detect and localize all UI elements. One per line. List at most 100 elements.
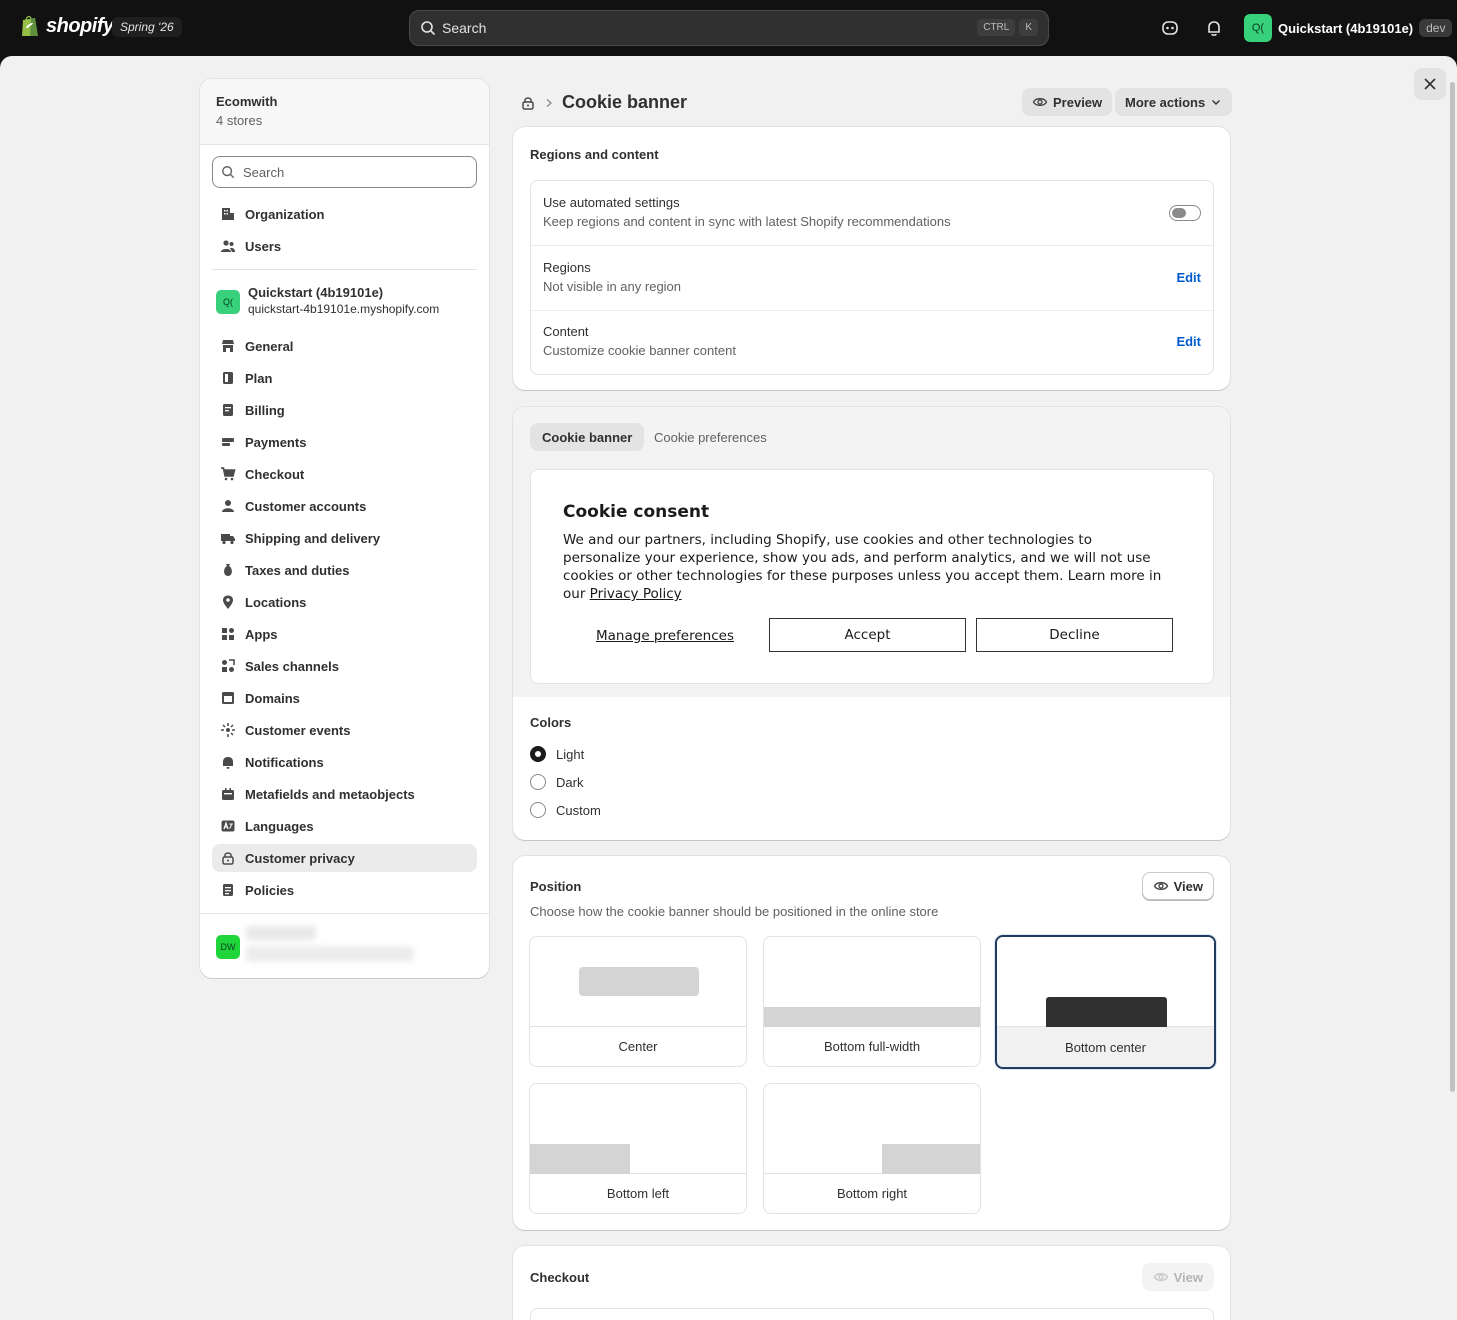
more-actions-label: More actions <box>1125 94 1206 110</box>
store-avatar: Q( <box>216 290 240 314</box>
store-avatar: Q( <box>1244 14 1272 42</box>
position-option-bottom-left[interactable]: Bottom left <box>529 1083 747 1214</box>
other-store-row[interactable]: DW <box>200 913 489 978</box>
scrollbar[interactable] <box>1450 82 1455 1092</box>
bell-icon[interactable] <box>1204 18 1224 38</box>
sidebar-item-customer-accounts[interactable]: Customer accounts <box>212 492 477 520</box>
position-label: Bottom full-width <box>823 1039 921 1054</box>
close-button[interactable] <box>1414 68 1446 100</box>
policies-icon <box>223 884 233 896</box>
radio-unselected[interactable] <box>530 802 546 818</box>
top-bar: shopify Spring '26 Search CTRL K Q( Quic… <box>0 0 1457 56</box>
more-actions-button[interactable]: More actions <box>1115 88 1233 116</box>
sidebar-item-label: Customer privacy <box>245 850 355 866</box>
shopify-logo[interactable]: shopify <box>20 14 114 38</box>
edit-content-link[interactable]: Edit <box>1176 334 1201 349</box>
brand-wordmark: shopify <box>46 14 114 37</box>
row-subtitle: Keep regions and content in sync with la… <box>543 214 951 229</box>
color-option-light[interactable]: Light <box>530 746 584 762</box>
row-divider <box>531 245 1213 246</box>
position-option-center[interactable]: Center <box>529 936 747 1067</box>
banner-shape <box>579 967 699 996</box>
store-switcher[interactable]: Q( Quickstart (4b19101e) dev <box>1244 14 1453 42</box>
automated-settings-row: Use automated settings Keep regions and … <box>543 195 951 229</box>
sidebar-item-locations[interactable]: Locations <box>212 588 477 616</box>
view-checkout-button[interactable]: View <box>1141 1263 1214 1291</box>
sidebar-item-sales-channels[interactable]: Sales channels <box>212 652 477 680</box>
org-header[interactable]: Ecomwith 4 stores <box>200 79 489 145</box>
sidebar-item-checkout[interactable]: Checkout <box>212 460 477 488</box>
row-subtitle: Not visible in any region <box>543 279 682 294</box>
settings-search-input[interactable]: Search <box>212 156 477 188</box>
consent-title: Cookie consent <box>563 502 710 522</box>
sidebar-item-label: Billing <box>245 402 285 418</box>
truck-icon <box>221 534 235 545</box>
position-option-bottom-center[interactable]: Bottom center <box>995 935 1216 1069</box>
edition-badge[interactable]: Spring '26 <box>112 17 182 37</box>
sidebar-item-label: Notifications <box>245 754 324 770</box>
store-avatar: DW <box>216 935 240 959</box>
sidebar-item-languages[interactable]: Languages <box>212 812 477 840</box>
domains-icon <box>222 692 234 704</box>
sidebar-item-general[interactable]: General <box>212 332 477 360</box>
row-subtitle: Customize cookie banner content <box>543 343 736 358</box>
sidebar-item-payments[interactable]: Payments <box>212 428 477 456</box>
sidebar-item-policies[interactable]: Policies <box>212 876 477 904</box>
regions-settings-box: Use automated settings Keep regions and … <box>530 180 1214 375</box>
preview-button[interactable]: Preview <box>1022 88 1113 116</box>
page-header: Cookie banner <box>520 92 687 113</box>
color-option-dark[interactable]: Dark <box>530 774 583 790</box>
sidekick-icon[interactable] <box>1160 18 1180 38</box>
sidebar-item-domains[interactable]: Domains <box>212 684 477 712</box>
sidebar-item-notifications[interactable]: Notifications <box>212 748 477 776</box>
lock-icon <box>222 852 234 865</box>
sidebar-item-organization[interactable]: Organization <box>212 200 477 228</box>
sidebar-item-label: Apps <box>245 626 278 642</box>
position-label: Bottom center <box>1065 1040 1146 1055</box>
plan-icon <box>223 372 233 384</box>
sidebar-item-shipping-and-delivery[interactable]: Shipping and delivery <box>212 524 477 552</box>
sidebar-item-plan[interactable]: Plan <box>212 364 477 392</box>
accept-button[interactable]: Accept <box>769 618 966 652</box>
org-store-count: 4 stores <box>216 113 263 128</box>
events-icon <box>221 723 235 737</box>
global-search-input[interactable]: Search CTRL K <box>409 10 1049 46</box>
cookie-banner-card: Cookie banner Cookie preferences Cookie … <box>513 407 1230 840</box>
color-option-custom[interactable]: Custom <box>530 802 601 818</box>
decline-button[interactable]: Decline <box>976 618 1173 652</box>
lock-icon[interactable] <box>520 95 536 111</box>
position-option-bottom-right[interactable]: Bottom right <box>763 1083 981 1214</box>
tab-cookie-preferences[interactable]: Cookie preferences <box>642 423 779 451</box>
row-title: Content <box>543 324 589 339</box>
automated-settings-toggle[interactable] <box>1169 205 1201 221</box>
tab-cookie-banner[interactable]: Cookie banner <box>530 423 645 451</box>
view-position-button[interactable]: View <box>1141 872 1214 900</box>
sidebar-item-apps[interactable]: Apps <box>212 620 477 648</box>
position-label: Center <box>618 1039 658 1054</box>
radio-label: Custom <box>556 802 601 818</box>
sidebar-item-billing[interactable]: Billing <box>212 396 477 424</box>
radio-label: Dark <box>556 774 584 790</box>
manage-preferences-link[interactable]: Manage preferences <box>596 628 734 644</box>
preview-label: Preview <box>1053 94 1103 110</box>
kbd-ctrl: CTRL <box>977 19 1016 36</box>
position-illustration <box>530 1084 746 1174</box>
sidebar-item-label: Checkout <box>245 466 305 482</box>
row-title: Use automated settings <box>543 195 680 210</box>
sidebar-item-customer-events[interactable]: Customer events <box>212 716 477 744</box>
sidebar-store-header[interactable]: Q( Quickstart (4b19101e) quickstart-4b19… <box>216 285 439 316</box>
privacy-policy-link[interactable]: Privacy Policy <box>590 586 682 602</box>
sidebar-item-customer-privacy[interactable]: Customer privacy <box>212 844 477 872</box>
radio-unselected[interactable] <box>530 774 546 790</box>
radio-selected[interactable] <box>530 746 546 762</box>
position-option-bottom-full-width[interactable]: Bottom full-width <box>763 936 981 1067</box>
sidebar-item-metafields-and-metaobjects[interactable]: Metafields and metaobjects <box>212 780 477 808</box>
content-row: Content Customize cookie banner content <box>543 324 736 358</box>
sidebar-item-label: Plan <box>245 370 273 386</box>
sidebar-item-label: Domains <box>245 690 300 706</box>
sidebar-item-users[interactable]: Users <box>212 232 477 260</box>
position-label: Bottom right <box>836 1186 908 1201</box>
dev-badge: dev <box>1419 19 1453 37</box>
edit-regions-link[interactable]: Edit <box>1176 270 1201 285</box>
sidebar-item-taxes-and-duties[interactable]: Taxes and duties <box>212 556 477 584</box>
